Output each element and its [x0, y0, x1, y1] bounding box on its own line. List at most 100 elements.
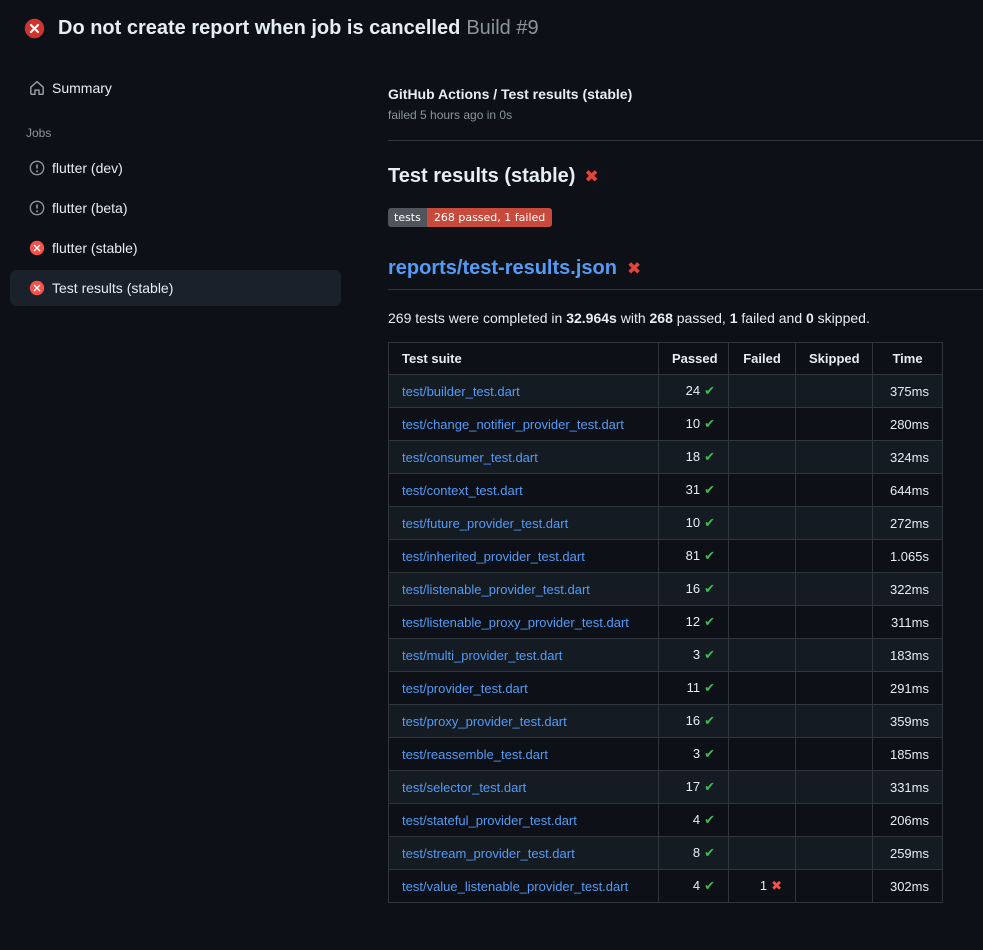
test-suite-link[interactable]: test/consumer_test.dart: [402, 450, 538, 465]
test-suite-link[interactable]: test/inherited_provider_test.dart: [402, 549, 585, 564]
count-value: 24: [686, 383, 700, 398]
count-value: 16: [686, 581, 700, 596]
x-circle-icon: [29, 240, 45, 256]
count-value: 4: [693, 812, 700, 827]
table-row: test/builder_test.dart24✔375ms: [389, 375, 943, 408]
skipped-cell: [796, 771, 873, 804]
check-run-header: Do not create report when job is cancell…: [0, 0, 983, 50]
count-value: 10: [686, 416, 700, 431]
test-suite-cell: test/context_test.dart: [389, 474, 659, 507]
sidebar-job-flutter-stable[interactable]: flutter (stable): [10, 230, 341, 266]
column-header-passed: Passed: [659, 343, 729, 375]
table-row: test/provider_test.dart11✔291ms: [389, 672, 943, 705]
test-suite-link[interactable]: test/selector_test.dart: [402, 780, 526, 795]
sidebar-item-summary[interactable]: Summary: [10, 70, 341, 106]
test-suite-cell: test/multi_provider_test.dart: [389, 639, 659, 672]
table-header-row: Test suitePassedFailedSkippedTime: [389, 343, 943, 375]
badge-label: tests: [388, 208, 427, 227]
test-suite-link[interactable]: test/listenable_proxy_provider_test.dart: [402, 615, 629, 630]
failed-cell: [729, 408, 796, 441]
job-label: flutter (dev): [52, 160, 123, 176]
alert-circle-icon: [29, 200, 45, 216]
status-line: failed 5 hours ago in 0s: [388, 108, 983, 122]
report-title-link[interactable]: reports/test-results.json: [388, 257, 617, 280]
failed-status-icon: [24, 18, 45, 39]
check-icon: ✔: [704, 383, 715, 398]
page-title: Do not create report when job is cancell…: [58, 17, 460, 39]
skipped-cell: [796, 672, 873, 705]
check-icon: ✔: [704, 878, 715, 893]
results-table: Test suitePassedFailedSkippedTime test/b…: [388, 342, 943, 903]
test-suite-link[interactable]: test/value_listenable_provider_test.dart: [402, 879, 628, 894]
alert-circle-icon: [29, 160, 45, 176]
test-suite-link[interactable]: test/stateful_provider_test.dart: [402, 813, 577, 828]
summary-text-part: 0: [806, 310, 814, 326]
test-suite-link[interactable]: test/reassemble_test.dart: [402, 747, 548, 762]
time-cell: 259ms: [873, 837, 943, 870]
main-content: GitHub Actions / Test results (stable) f…: [388, 50, 983, 903]
failed-cell: [729, 375, 796, 408]
passed-cell: 10✔: [659, 507, 729, 540]
breadcrumb: GitHub Actions / Test results (stable): [388, 86, 983, 102]
test-suite-link[interactable]: test/provider_test.dart: [402, 681, 528, 696]
column-header-skipped: Skipped: [796, 343, 873, 375]
time-cell: 206ms: [873, 804, 943, 837]
skipped-cell: [796, 540, 873, 573]
check-icon: ✔: [704, 845, 715, 860]
time-cell: 185ms: [873, 738, 943, 771]
sidebar-job-flutter-beta[interactable]: flutter (beta): [10, 190, 341, 226]
passed-cell: 81✔: [659, 540, 729, 573]
check-icon: ✔: [704, 515, 715, 530]
count-value: 11: [687, 680, 701, 695]
failed-cell: [729, 705, 796, 738]
test-suite-link[interactable]: test/stream_provider_test.dart: [402, 846, 575, 861]
failed-cell: 1✖: [729, 870, 796, 903]
count-value: 4: [693, 878, 700, 893]
test-suite-link[interactable]: test/future_provider_test.dart: [402, 516, 568, 531]
passed-cell: 24 ✔: [659, 375, 729, 408]
summary-text-part: 1: [730, 310, 738, 326]
test-suite-link[interactable]: test/listenable_provider_test.dart: [402, 582, 590, 597]
check-icon: ✔: [704, 746, 715, 761]
job-label: flutter (beta): [52, 200, 127, 216]
sidebar-job-flutter-dev[interactable]: flutter (dev): [10, 150, 341, 186]
table-row: test/listenable_provider_test.dart16✔322…: [389, 573, 943, 606]
table-row: test/inherited_provider_test.dart81✔1.06…: [389, 540, 943, 573]
failed-cell: [729, 771, 796, 804]
skipped-cell: [796, 375, 873, 408]
failed-cell: [729, 639, 796, 672]
check-title-row: Test results (stable) ✖: [388, 165, 983, 188]
test-suite-link[interactable]: test/change_notifier_provider_test.dart: [402, 417, 624, 432]
test-suite-cell: test/consumer_test.dart: [389, 441, 659, 474]
skipped-cell: [796, 441, 873, 474]
skipped-cell: [796, 837, 873, 870]
test-suite-link[interactable]: test/proxy_provider_test.dart: [402, 714, 567, 729]
time-cell: 359ms: [873, 705, 943, 738]
time-cell: 644ms: [873, 474, 943, 507]
check-icon: ✔: [704, 482, 715, 497]
time-cell: 322ms: [873, 573, 943, 606]
results-table-body: test/builder_test.dart24✔375mstest/chang…: [389, 375, 943, 903]
count-value: 81: [686, 548, 700, 563]
test-suite-link[interactable]: test/context_test.dart: [402, 483, 523, 498]
count-value: 3: [693, 647, 700, 662]
table-row: test/consumer_test.dart18✔324ms: [389, 441, 943, 474]
check-title: Test results (stable): [388, 165, 575, 188]
table-row: test/value_listenable_provider_test.dart…: [389, 870, 943, 903]
test-suite-cell: test/proxy_provider_test.dart: [389, 705, 659, 738]
test-suite-cell: test/listenable_proxy_provider_test.dart: [389, 606, 659, 639]
column-header-failed: Failed: [729, 343, 796, 375]
x-circle-icon: [29, 280, 45, 296]
failed-cell: [729, 804, 796, 837]
skipped-cell: [796, 705, 873, 738]
failed-cell: [729, 837, 796, 870]
check-icon: ✔: [704, 449, 715, 464]
check-icon: ✔: [704, 680, 715, 695]
badge-value: 268 passed, 1 failed: [427, 208, 552, 227]
test-suite-link[interactable]: test/builder_test.dart: [402, 384, 520, 399]
test-suite-link[interactable]: test/multi_provider_test.dart: [402, 648, 562, 663]
sidebar-job-test-results-stable[interactable]: Test results (stable): [10, 270, 341, 306]
summary-text-part: passed,: [673, 310, 730, 326]
time-cell: 324ms: [873, 441, 943, 474]
failed-cell: [729, 573, 796, 606]
